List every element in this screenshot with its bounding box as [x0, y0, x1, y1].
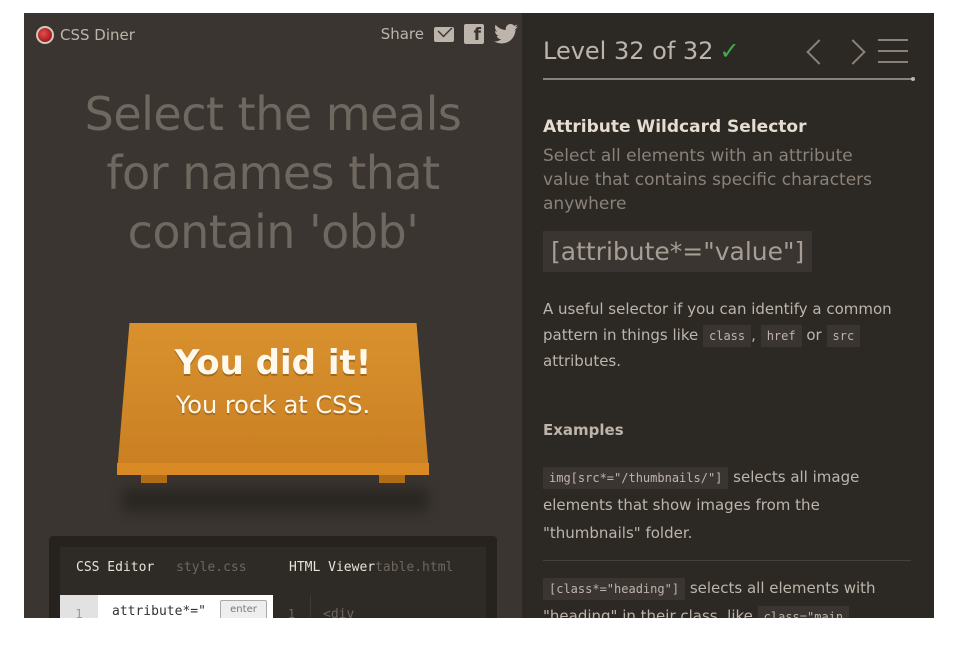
- line-number: 1: [273, 595, 311, 618]
- hint-tag: href: [760, 325, 802, 347]
- logo-text: CSS Diner: [60, 26, 135, 44]
- game-pane: CSS Diner Share f Select the meals for n…: [24, 13, 522, 618]
- level-indicator: Level 32 of 32: [543, 37, 714, 65]
- html-viewer-header: HTML Viewertable.html: [289, 560, 453, 575]
- level-header: Level 32 of 32 ✓: [543, 37, 740, 65]
- example-tag: class="main: [757, 606, 850, 618]
- selector-hint: A useful selector if you can identify a …: [543, 296, 903, 374]
- selector-syntax: [attribute*="value"]: [543, 231, 813, 272]
- next-level-icon[interactable]: [840, 39, 866, 65]
- level-instruction: Select the meals for names that contain …: [24, 85, 522, 262]
- editor-body: CSS Editor style.css HTML Viewertable.ht…: [60, 547, 486, 618]
- css-editor-header: CSS Editor style.css: [76, 560, 247, 575]
- mail-icon[interactable]: [434, 26, 454, 42]
- logo[interactable]: CSS Diner: [36, 26, 135, 44]
- editor-window: CSS Editor style.css HTML Viewertable.ht…: [49, 536, 497, 618]
- win-title: You did it!: [174, 343, 372, 383]
- selector-name: Attribute Wildcard Selector: [543, 117, 807, 137]
- html-viewer-pane: 1 <div: [273, 595, 486, 618]
- level-progress-bar: [543, 78, 913, 80]
- css-file-name: style.css: [176, 560, 247, 575]
- twitter-icon[interactable]: [494, 24, 518, 44]
- table-leg: [141, 475, 167, 483]
- hint-tag: src: [826, 325, 861, 347]
- css-editor-pane: 1 enter: [60, 595, 273, 618]
- html-file-name: table.html: [375, 560, 454, 575]
- html-code-line: <div: [323, 607, 355, 618]
- instruction-line: Select the meals: [84, 87, 462, 141]
- hint-text: attributes.: [543, 352, 622, 370]
- css-editor-title: CSS Editor: [76, 560, 155, 575]
- hint-text: ,: [751, 326, 756, 344]
- share-bar: Share f: [380, 24, 518, 45]
- instruction-line: for names that: [106, 146, 440, 200]
- example-code: [class*="heading"]: [543, 578, 686, 600]
- previous-level-icon[interactable]: [806, 39, 832, 65]
- facebook-icon[interactable]: f: [464, 24, 484, 45]
- logo-plate-icon: [36, 26, 54, 44]
- table-leg: [379, 475, 405, 483]
- example-item: img[src*="/thumbnails/"] selects all ima…: [543, 463, 903, 547]
- share-label: Share: [380, 25, 424, 43]
- enter-button[interactable]: enter: [220, 600, 267, 618]
- game-table: You did it! You rock at CSS.: [117, 323, 429, 513]
- css-diner-app: CSS Diner Share f Select the meals for n…: [24, 13, 934, 618]
- example-item: [class*="heading"] selects all elements …: [543, 574, 903, 618]
- html-viewer-title: HTML Viewer: [289, 560, 376, 575]
- instruction-line: contain 'obb': [127, 205, 419, 259]
- selector-description: Select all elements with an attribute va…: [543, 146, 873, 214]
- example-code: img[src*="/thumbnails/"]: [543, 467, 729, 489]
- examples-heading: Examples: [543, 421, 624, 439]
- table-shadow: [122, 488, 428, 512]
- level-sidebar: Level 32 of 32 ✓ Attribute Wildcard Selec…: [522, 13, 934, 618]
- level-menu-icon[interactable]: [878, 39, 908, 72]
- progress-marker: [911, 77, 915, 81]
- table-edge: [117, 463, 429, 475]
- divider: [543, 560, 911, 561]
- css-selector-input[interactable]: [112, 604, 212, 618]
- checkmark-icon: ✓: [719, 37, 740, 65]
- hint-text: or: [806, 326, 822, 344]
- hint-tag: class: [703, 325, 752, 347]
- line-number: 1: [60, 595, 98, 618]
- win-subtitle: You rock at CSS.: [175, 391, 371, 419]
